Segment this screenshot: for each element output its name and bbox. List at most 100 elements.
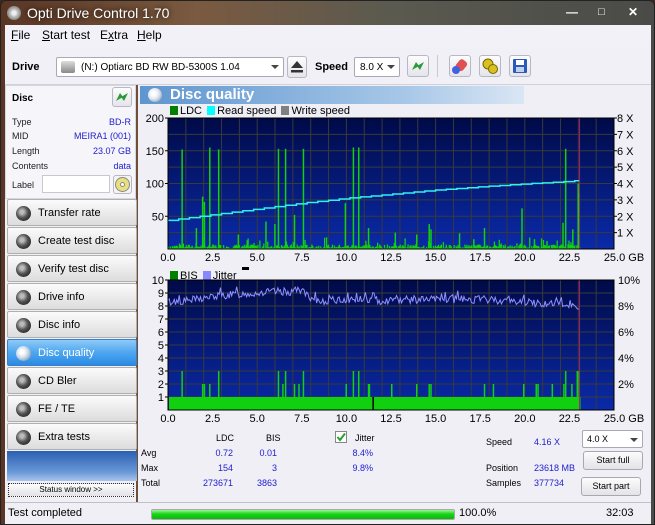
- y-tick-label: 2: [158, 379, 164, 391]
- bis-spike: [415, 384, 418, 410]
- nav-create-test-disc[interactable]: Create test disc: [7, 227, 137, 254]
- menu-start-test[interactable]: Start test: [42, 28, 90, 42]
- title-bar: Opti Drive Control 1.70 — □ ✕: [1, 1, 654, 27]
- menu-help[interactable]: Help: [137, 28, 162, 42]
- nav-transfer-rate[interactable]: Transfer rate: [7, 199, 137, 226]
- start-full-button[interactable]: Start full: [583, 451, 643, 470]
- y2-tick-label: 5 X: [617, 162, 634, 174]
- status-window-button[interactable]: Status window >>: [8, 483, 134, 497]
- disc-label-button[interactable]: [113, 175, 132, 194]
- disc-label-label: Label: [12, 180, 35, 190]
- col-ldc: LDC: [216, 433, 235, 443]
- menu-bar: File Start test Extra Help: [5, 25, 651, 47]
- nav-verify-test-disc[interactable]: Verify test disc: [7, 255, 137, 282]
- y-tick-label: 4: [158, 353, 164, 365]
- bis-spike: [535, 384, 538, 410]
- nav-fe-te[interactable]: FE / TE: [7, 395, 137, 422]
- disc-icon: [16, 374, 31, 389]
- y-tick-label: 1: [158, 392, 164, 404]
- nav-label: FE / TE: [38, 403, 76, 415]
- ldc-spike: [473, 239, 475, 249]
- bis-spike: [492, 384, 495, 410]
- disc-label-input[interactable]: [42, 175, 110, 193]
- ldc-spike: [201, 196, 204, 249]
- nav-label: CD Bler: [38, 375, 77, 387]
- total-label: Total: [141, 478, 161, 488]
- y2-tick-label: 8%: [618, 301, 634, 313]
- elapsed-time: 32:03: [606, 507, 634, 519]
- ldc-spike: [274, 224, 276, 249]
- ldc-spike: [217, 149, 220, 249]
- disc-icon: [16, 234, 31, 249]
- ldc-spike: [237, 234, 240, 249]
- x-tick-label: 15.0: [425, 413, 446, 425]
- nav-drive-info[interactable]: Drive info: [7, 283, 137, 310]
- progress-bar: [151, 509, 455, 520]
- refresh-button[interactable]: [407, 55, 429, 77]
- bis-spike: [564, 371, 567, 410]
- drive-select[interactable]: (N:) Optiarc BD RW BD-5300S 1.04: [56, 57, 284, 77]
- ldc-spike: [428, 224, 430, 249]
- disc-icon: [115, 177, 130, 192]
- x-tick-label: 10.0: [336, 252, 357, 264]
- settings-button[interactable]: [479, 55, 501, 77]
- ldc-spike: [367, 228, 370, 249]
- max-bis: 3: [271, 463, 277, 473]
- bis-spike: [563, 384, 565, 410]
- save-button[interactable]: [509, 55, 531, 77]
- menu-extra[interactable]: Extra: [100, 28, 128, 42]
- nav-extra-tests[interactable]: Extra tests: [7, 423, 137, 450]
- minimize-button[interactable]: —: [558, 3, 586, 22]
- y2-tick-label: 10%: [618, 275, 640, 287]
- start-part-button[interactable]: Start part: [581, 477, 641, 496]
- menu-file[interactable]: File: [11, 28, 30, 42]
- bis-spike: [282, 384, 284, 410]
- bis-baseline: [169, 397, 581, 410]
- speed-readout-value: 4.16 X: [534, 437, 561, 447]
- test-speed-select[interactable]: 4.0 X: [582, 430, 643, 448]
- progress-label: 100.0%: [459, 507, 497, 519]
- avg-label: Avg: [141, 448, 157, 458]
- nav-disc-quality[interactable]: Disc quality: [7, 339, 137, 366]
- bis-spike: [302, 371, 305, 410]
- bis-spike: [181, 371, 183, 410]
- disc-type-label: Type: [12, 117, 32, 127]
- maximize-button[interactable]: □: [588, 3, 615, 22]
- jitter-checkbox[interactable]: [335, 431, 347, 443]
- main-panel: Disc quality LDC Read speed Write speed …: [138, 85, 651, 502]
- y2-tick-label: 8 X: [617, 113, 634, 125]
- avg-ldc: 0.72: [215, 448, 233, 458]
- erase-button[interactable]: [449, 55, 471, 77]
- x-tick-label: 22.5: [559, 413, 580, 425]
- jitter-label: Jitter: [355, 433, 375, 443]
- bis-spike: [201, 384, 204, 410]
- ldc-spike: [564, 148, 567, 249]
- nav-label: Verify test disc: [38, 263, 109, 275]
- disc-refresh-button[interactable]: [112, 87, 132, 107]
- eject-button[interactable]: [287, 56, 307, 78]
- drive-label: Drive: [12, 61, 40, 73]
- disc-icon: [16, 318, 31, 333]
- menu-file-rest: ile: [18, 28, 31, 42]
- bis-spike: [217, 371, 220, 410]
- chevron-down-icon: [630, 438, 638, 442]
- ldc-spike: [302, 148, 305, 249]
- bis-spike: [523, 384, 525, 410]
- ldc-spike: [265, 221, 267, 249]
- x-tick-label: 2.5: [205, 413, 220, 425]
- disc-icon: [16, 290, 31, 305]
- speed-select[interactable]: 8.0 X: [354, 57, 400, 77]
- ldc-spike: [293, 214, 296, 249]
- nav-cd-bler[interactable]: CD Bler: [7, 367, 137, 394]
- nav-disc-info[interactable]: Disc info: [7, 311, 137, 338]
- disc-icon: [16, 430, 31, 445]
- disc-icon: [16, 206, 31, 221]
- position-value: 23618 MB: [534, 463, 576, 473]
- max-label: Max: [141, 463, 159, 473]
- x-tick-label: 10.0: [336, 413, 357, 425]
- ldc-bar: [324, 237, 326, 249]
- nav-label: Disc quality: [38, 347, 95, 359]
- close-button[interactable]: ✕: [617, 3, 649, 22]
- bis-spike: [345, 384, 348, 410]
- y2-tick-label: 4 X: [617, 179, 634, 191]
